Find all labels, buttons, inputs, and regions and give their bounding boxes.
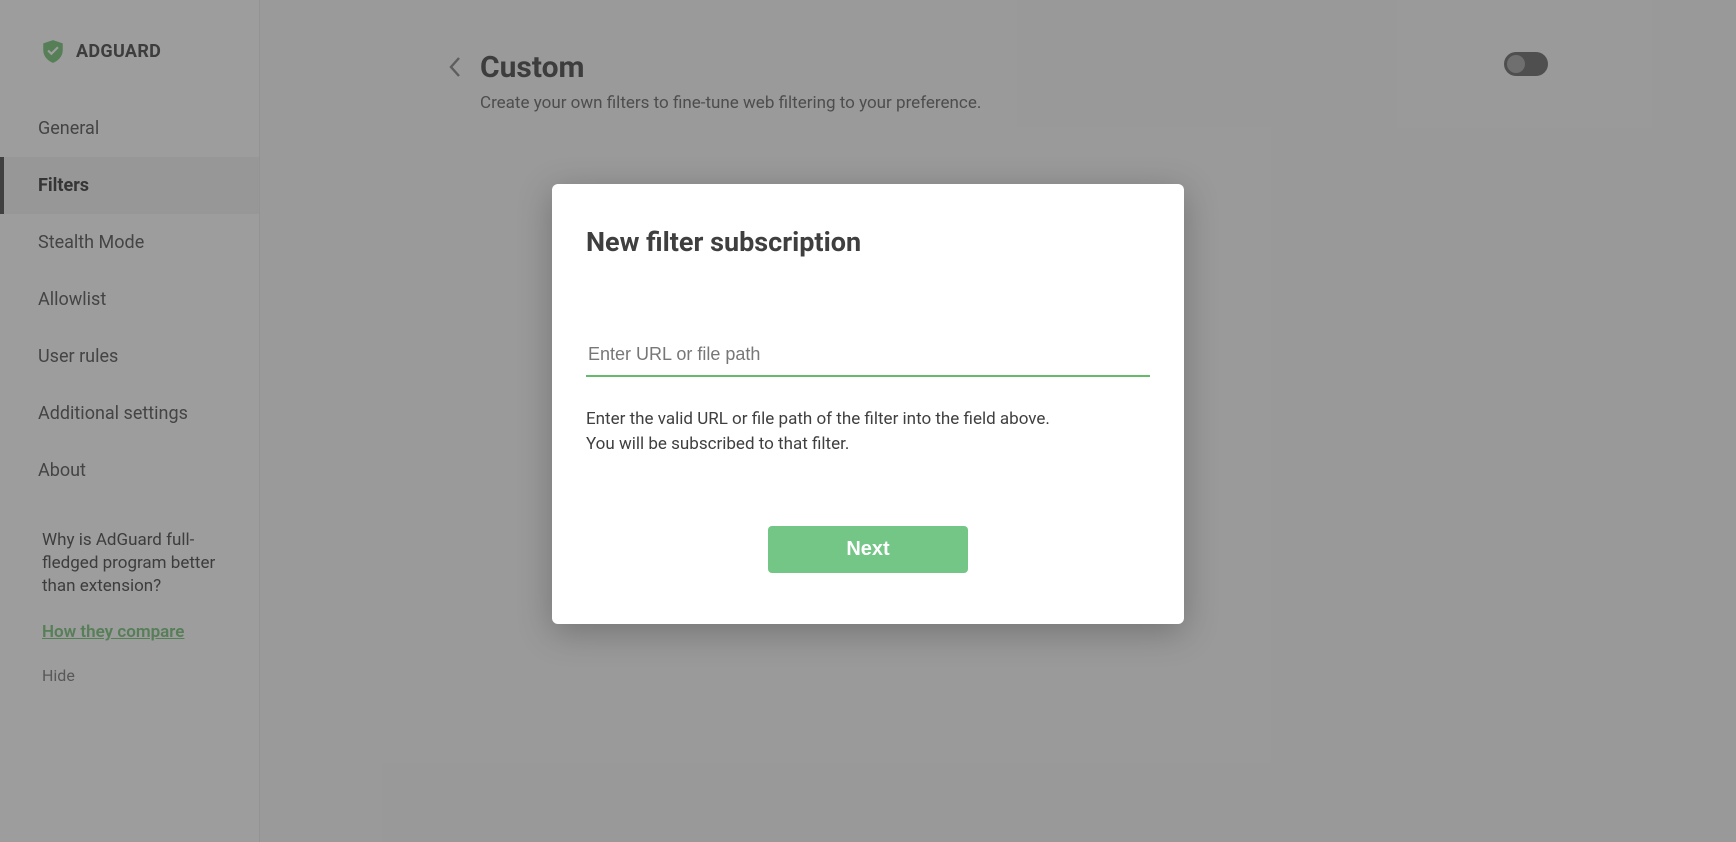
modal-hint-line: Enter the valid URL or file path of the … <box>586 407 1150 432</box>
next-button[interactable]: Next <box>768 526 967 573</box>
modal-title: New filter subscription <box>586 226 1150 258</box>
filter-url-input[interactable] <box>586 338 1150 377</box>
modal-hint: Enter the valid URL or file path of the … <box>586 407 1150 456</box>
modal-hint-line: You will be subscribed to that filter. <box>586 432 1150 457</box>
new-filter-subscription-modal: New filter subscription Enter the valid … <box>552 184 1184 624</box>
